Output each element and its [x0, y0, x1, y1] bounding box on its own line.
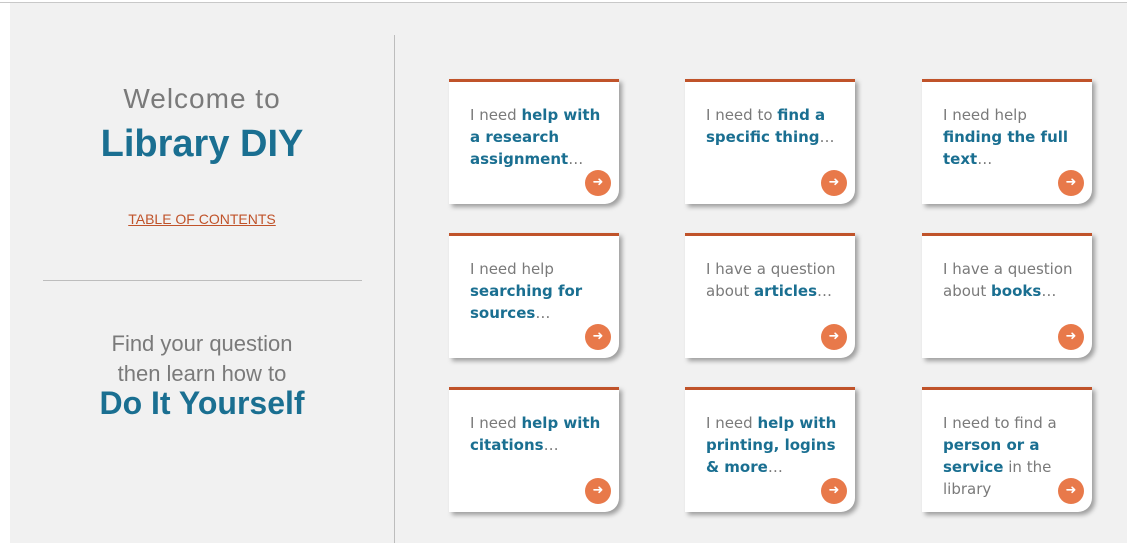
card-text-pre: I need: [706, 414, 758, 432]
card-articles[interactable]: I have a question about articles… ➜: [685, 233, 855, 358]
arrow-right-circle-icon[interactable]: ➜: [821, 324, 847, 350]
card-text-pre: I need help: [470, 260, 554, 278]
arrow-right-circle-icon[interactable]: ➜: [821, 478, 847, 504]
card-text-post: …: [977, 150, 993, 168]
arrow-right-circle-icon[interactable]: ➜: [1058, 324, 1084, 350]
card-text-pre: I need to find a: [943, 414, 1057, 432]
card-text-bold: searching for sources: [470, 282, 583, 322]
card-text-pre: I need: [470, 414, 522, 432]
tagline-line1: Find your question: [111, 331, 293, 356]
card-text-post: …: [535, 304, 551, 322]
card-text-post: …: [568, 150, 584, 168]
card-text-pre: I need to: [706, 106, 778, 124]
card-text-bold: finding the full text: [943, 128, 1069, 168]
card-text-pre: I need help: [943, 106, 1027, 124]
vertical-divider: [394, 35, 395, 543]
arrow-right-circle-icon[interactable]: ➜: [585, 324, 611, 350]
card-text-post: …: [817, 282, 833, 300]
card-find-specific-thing[interactable]: I need to find a specific thing… ➜: [685, 79, 855, 204]
card-text-post: …: [819, 128, 835, 146]
arrow-right-circle-icon[interactable]: ➜: [821, 170, 847, 196]
card-research-assignment[interactable]: I need help with a research assignment… …: [449, 79, 619, 204]
card-text: I need help with citations…: [470, 412, 610, 456]
arrow-right-circle-icon[interactable]: ➜: [1058, 170, 1084, 196]
card-text-pre: I need: [470, 106, 522, 124]
card-text-post: …: [767, 458, 783, 476]
card-text-bold: books: [991, 282, 1042, 300]
arrow-right-circle-icon[interactable]: ➜: [585, 478, 611, 504]
card-printing-logins[interactable]: I need help with printing, logins & more…: [685, 387, 855, 512]
card-text: I have a question about books…: [943, 258, 1083, 302]
card-text-bold: articles: [754, 282, 818, 300]
card-text: I need help searching for sources…: [470, 258, 610, 324]
tagline-diy: Do It Yourself: [99, 385, 305, 421]
card-text: I need to find a specific thing…: [706, 104, 846, 148]
card-text: I need help with printing, logins & more…: [706, 412, 846, 478]
card-text: I need help with a research assignment…: [470, 104, 610, 170]
intro-column: Welcome to Library DIY TABLE OF CONTENTS…: [10, 3, 394, 543]
card-books[interactable]: I have a question about books… ➜: [922, 233, 1092, 358]
card-searching-sources[interactable]: I need help searching for sources… ➜: [449, 233, 619, 358]
card-text: I have a question about articles…: [706, 258, 846, 302]
card-citations[interactable]: I need help with citations… ➜: [449, 387, 619, 512]
welcome-text: Welcome to: [123, 83, 281, 114]
card-text-post: …: [543, 436, 559, 454]
arrow-right-circle-icon[interactable]: ➜: [1058, 478, 1084, 504]
table-of-contents-link[interactable]: TABLE OF CONTENTS: [10, 211, 394, 227]
horizontal-divider: [43, 280, 362, 281]
library-diy-panel: Welcome to Library DIY TABLE OF CONTENTS…: [10, 3, 1127, 543]
card-full-text[interactable]: I need help finding the full text… ➜: [922, 79, 1092, 204]
card-text-post: …: [1041, 282, 1057, 300]
card-person-service[interactable]: I need to find a person or a service in …: [922, 387, 1092, 512]
brand-title: Library DIY: [100, 123, 304, 165]
arrow-right-circle-icon[interactable]: ➜: [585, 170, 611, 196]
tagline-line2: then learn how to: [117, 361, 287, 386]
card-text: I need help finding the full text…: [943, 104, 1083, 170]
